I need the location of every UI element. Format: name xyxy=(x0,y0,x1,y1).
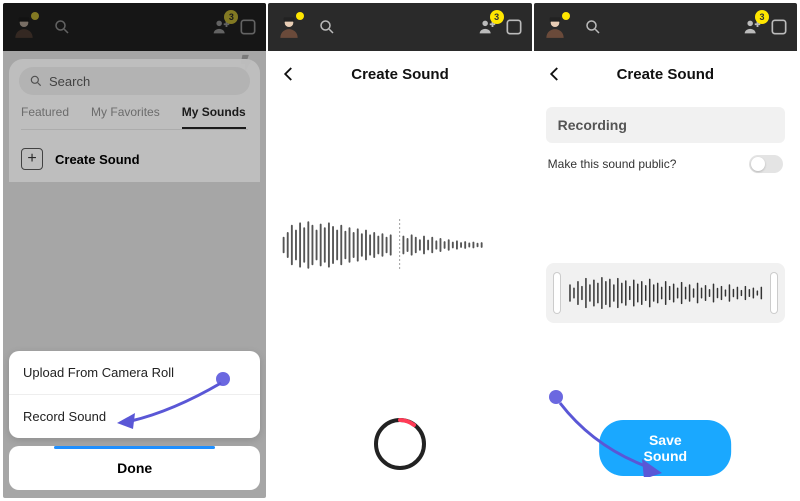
sound-clip[interactable] xyxy=(546,263,785,323)
sound-tabs: Featured My Favorites My Sounds xyxy=(21,105,248,130)
search-icon xyxy=(29,74,43,88)
trim-handle-left[interactable] xyxy=(554,273,560,313)
action-sheet: Upload From Camera Roll Record Sound Don… xyxy=(9,351,260,490)
avatar[interactable] xyxy=(542,14,568,40)
three-panel-tutorial: 3 Search Featured My Favorites My Sounds… xyxy=(0,0,800,501)
panel-save: 3 Create Sound Recording Make this sound… xyxy=(534,3,797,498)
search-icon[interactable] xyxy=(584,18,602,36)
create-sound-row[interactable]: + Create Sound xyxy=(19,144,250,174)
public-label: Make this sound public? xyxy=(548,157,677,171)
discover-icon[interactable] xyxy=(769,17,789,37)
discover-icon[interactable] xyxy=(504,17,524,37)
public-toggle[interactable] xyxy=(749,155,783,173)
avatar[interactable] xyxy=(276,14,302,40)
tab-my-sounds[interactable]: My Sounds xyxy=(182,105,246,129)
top-bar: 3 xyxy=(268,3,531,51)
plus-icon: + xyxy=(21,148,43,170)
panel-sounds-list: 3 Search Featured My Favorites My Sounds… xyxy=(3,3,266,498)
create-sound-label: Create Sound xyxy=(55,152,140,167)
recording-name[interactable]: Recording xyxy=(546,107,785,143)
page-header: Create Sound xyxy=(534,51,797,97)
page-title: Create Sound xyxy=(351,66,449,83)
action-record[interactable]: Record Sound xyxy=(9,395,260,438)
tab-featured[interactable]: Featured xyxy=(21,105,69,129)
public-toggle-row: Make this sound public? xyxy=(546,155,785,173)
panel-record: 3 Create Sound xyxy=(268,3,531,498)
back-icon[interactable] xyxy=(280,65,298,83)
search-input[interactable]: Search xyxy=(19,67,250,95)
search-placeholder: Search xyxy=(49,74,90,89)
page-header: Create Sound xyxy=(268,51,531,97)
waveform-live xyxy=(278,217,521,273)
back-icon[interactable] xyxy=(546,65,564,83)
search-icon[interactable] xyxy=(318,18,336,36)
trim-handle-right[interactable] xyxy=(771,273,777,313)
action-upload[interactable]: Upload From Camera Roll xyxy=(9,351,260,395)
record-button[interactable] xyxy=(372,416,428,472)
action-done[interactable]: Done xyxy=(9,446,260,490)
tab-favorites[interactable]: My Favorites xyxy=(91,105,160,129)
page-title: Create Sound xyxy=(617,66,715,83)
sounds-sheet: Search Featured My Favorites My Sounds +… xyxy=(9,59,260,182)
save-sound-button[interactable]: Save Sound xyxy=(599,420,731,476)
add-friend-icon[interactable]: 3 xyxy=(476,16,498,38)
top-bar: 3 xyxy=(534,3,797,51)
add-friend-icon[interactable]: 3 xyxy=(741,16,763,38)
